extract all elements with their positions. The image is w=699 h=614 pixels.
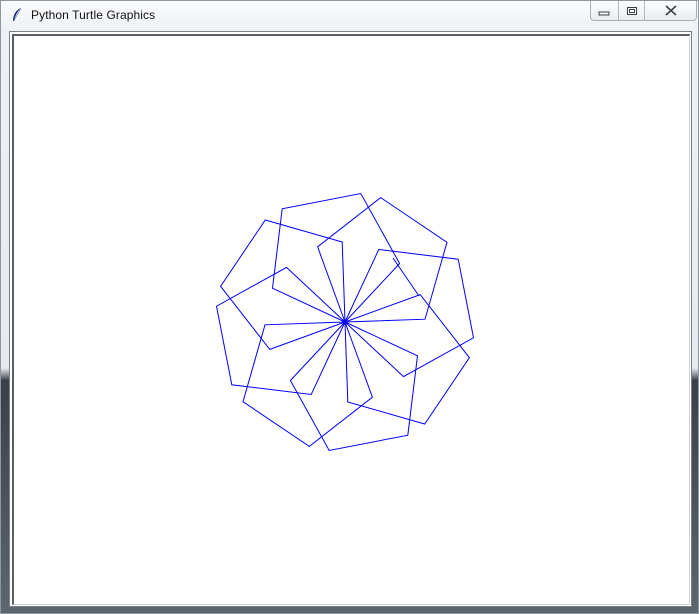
feather-icon bbox=[13, 7, 22, 22]
window-title: Python Turtle Graphics bbox=[31, 8, 156, 22]
title-bar[interactable]: Python Turtle Graphics bbox=[1, 1, 698, 29]
pentagon-stroke bbox=[215, 266, 346, 396]
turtle-canvas[interactable] bbox=[12, 34, 690, 605]
maximize-button[interactable] bbox=[619, 1, 646, 20]
maximize-icon bbox=[626, 6, 637, 15]
close-icon bbox=[665, 5, 677, 16]
client-area bbox=[9, 31, 692, 607]
trailing-stroke bbox=[392, 257, 420, 297]
turtle-cursor bbox=[343, 320, 347, 324]
minimize-icon bbox=[598, 11, 610, 15]
minimize-button[interactable] bbox=[591, 1, 619, 20]
pentagon-stroke bbox=[289, 321, 419, 452]
pentagon-stroke bbox=[271, 192, 401, 323]
pentagon-stroke bbox=[344, 248, 475, 378]
close-button[interactable] bbox=[645, 1, 696, 20]
turtle-drawing bbox=[215, 192, 475, 452]
window-controls bbox=[590, 1, 697, 21]
turtle-window: Python Turtle Graphics bbox=[0, 0, 699, 614]
